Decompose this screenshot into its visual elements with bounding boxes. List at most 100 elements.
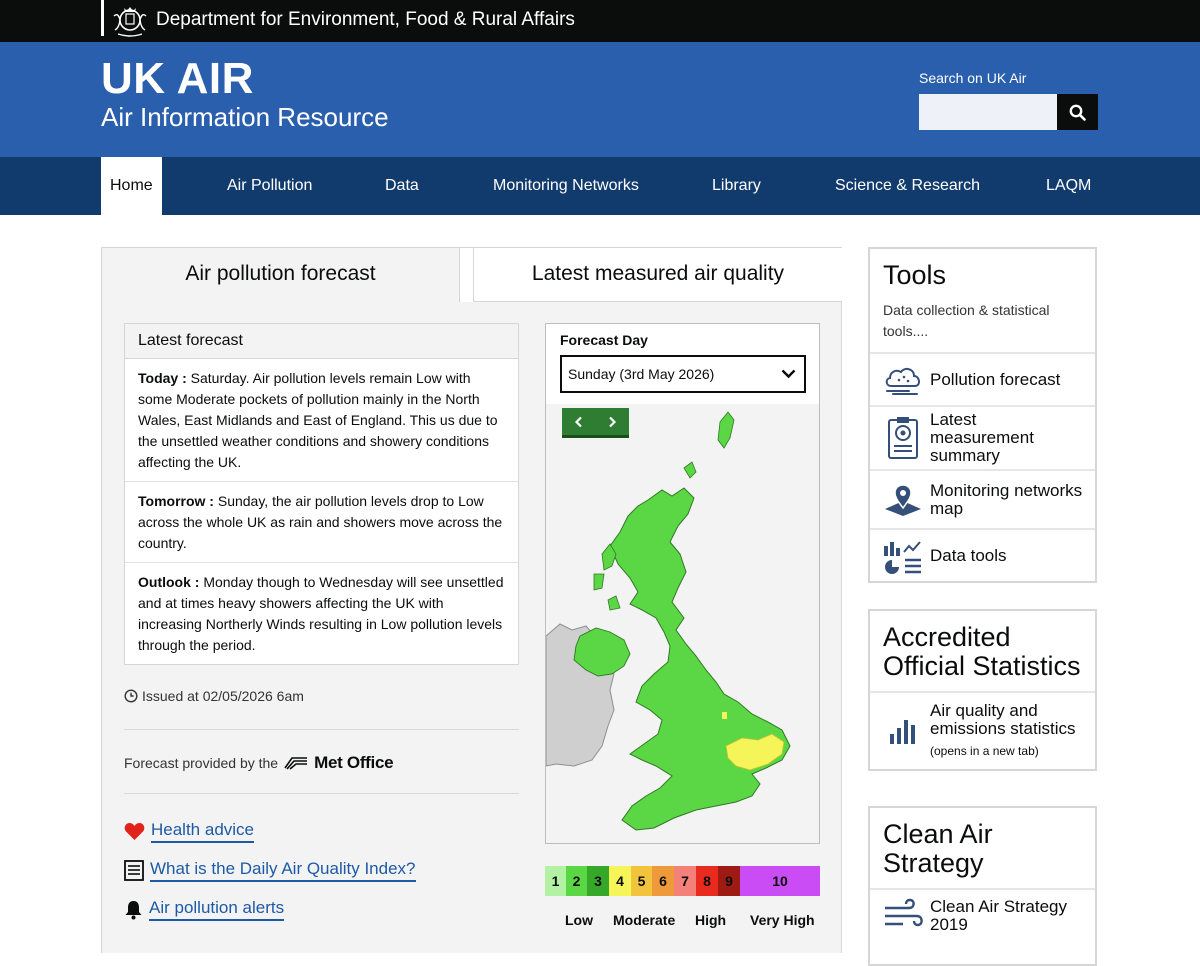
crest-divider: [101, 0, 104, 36]
tools-title: Tools: [883, 260, 947, 290]
main-navigation: Home Air Pollution Data Monitoring Netwo…: [0, 157, 1200, 215]
issued-time: Issued at 02/05/2026 6am: [124, 688, 304, 704]
air-pollution-alerts-link[interactable]: Air pollution alerts: [149, 898, 285, 921]
nav-home[interactable]: Home: [101, 157, 162, 215]
previous-day-button[interactable]: [562, 408, 596, 435]
alerts-row: Air pollution alerts: [124, 898, 285, 921]
legend-band-6: 6: [652, 866, 674, 896]
health-advice-row: Health advice: [124, 820, 255, 843]
forecast-provider: Forecast provided by the Met Office: [124, 753, 394, 773]
uk-forecast-map[interactable]: [546, 404, 819, 843]
chevron-right-icon: [608, 416, 616, 427]
legend-band-9: 9: [718, 866, 740, 896]
nav-science-research[interactable]: Science & Research: [835, 157, 980, 215]
nav-library[interactable]: Library: [712, 157, 761, 215]
divider: [124, 729, 519, 730]
nav-laqm[interactable]: LAQM: [1046, 157, 1091, 215]
government-bar: Department for Environment, Food & Rural…: [0, 0, 1200, 42]
daqi-link[interactable]: What is the Daily Air Quality Index?: [150, 859, 416, 882]
tool-data-tools[interactable]: Data tools: [870, 528, 1095, 581]
legend-band-7: 7: [674, 866, 696, 896]
legend-band-1: 1: [545, 866, 566, 896]
clock-icon: [124, 689, 138, 703]
tool-latest-measurement-summary[interactable]: Latest measurement summary: [870, 405, 1095, 469]
forecast-day-select[interactable]: Sunday (3rd May 2026): [560, 355, 806, 393]
chevron-left-icon: [575, 416, 583, 427]
divider: [124, 793, 519, 794]
tools-subtitle: Data collection & statistical tools....: [883, 302, 1050, 339]
tool-monitoring-networks-label: Monitoring networks map: [930, 480, 1083, 518]
statistics-card: Accredited Official Statistics Air quali…: [868, 609, 1097, 771]
chart-tools-icon: [884, 540, 921, 574]
latest-forecast-box: Latest forecast Today : Saturday. Air po…: [124, 323, 519, 665]
wind-icon: [885, 898, 923, 927]
masthead: UK AIR Air Information Resource Search o…: [0, 42, 1200, 157]
legend-band-3: 3: [587, 866, 609, 896]
health-advice-link[interactable]: Health advice: [151, 820, 255, 843]
legend-band-4: 4: [609, 866, 631, 896]
forecast-panel: Air pollution forecast Latest measured a…: [101, 247, 842, 953]
issued-text: Issued at 02/05/2026 6am: [142, 688, 304, 704]
site-subtitle: Air Information Resource: [101, 102, 389, 132]
nav-air-pollution[interactable]: Air Pollution: [227, 157, 312, 215]
legend-label-moderate: Moderate: [613, 912, 676, 928]
search-button[interactable]: [1057, 94, 1098, 130]
met-office-logo-text[interactable]: Met Office: [314, 753, 393, 773]
tool-pollution-forecast[interactable]: Pollution forecast: [870, 352, 1095, 405]
legend-band-8: 8: [696, 866, 718, 896]
legend-label-high: High: [695, 912, 727, 928]
forecast-tomorrow: Tomorrow : Sunday, the air pollution lev…: [125, 482, 518, 563]
bell-icon: [125, 900, 142, 919]
forecast-day-value: Sunday (3rd May 2026): [568, 366, 715, 382]
day-navigation: [562, 408, 629, 438]
stats-link-text: Air quality and emissions statistics: [930, 701, 1076, 738]
clean-air-card: Clean Air Strategy Clean Air Strategy 20…: [868, 806, 1097, 966]
forecast-tomorrow-label: Tomorrow :: [138, 493, 214, 509]
tool-data-tools-label: Data tools: [930, 545, 1007, 565]
tool-monitoring-networks-map[interactable]: Monitoring networks map: [870, 469, 1095, 528]
document-list-icon: [124, 860, 144, 881]
forecast-day-label: Forecast Day: [560, 332, 648, 348]
chevron-down-icon: [781, 369, 796, 379]
heart-icon: [124, 823, 145, 840]
provided-by-text: Forecast provided by the: [124, 755, 279, 771]
tab-latest-measured[interactable]: Latest measured air quality: [473, 248, 842, 302]
stats-link-label: Air quality and emissions statistics (ope…: [924, 702, 1083, 760]
statistics-title: Accredited Official Statistics: [883, 622, 1081, 681]
forecast-today-label: Today :: [138, 370, 187, 386]
tab-gap: [459, 248, 473, 302]
clean-air-strategy-label: Clean Air Strategy 2019: [930, 897, 1068, 934]
met-office-logo-icon: [284, 757, 308, 770]
forecast-today: Today : Saturday. Air pollution levels r…: [125, 359, 518, 482]
forecast-map-panel: Forecast Day Sunday (3rd May 2026): [545, 323, 820, 844]
clean-air-title: Clean Air Strategy: [883, 819, 993, 878]
department-name: Department for Environment, Food & Rural…: [156, 9, 575, 30]
legend-band-5: 5: [631, 866, 652, 896]
forecast-outlook: Outlook : Monday though to Wednesday wil…: [125, 563, 518, 664]
tool-pollution-forecast-label: Pollution forecast: [930, 369, 1061, 389]
legend-label-very-high: Very High: [750, 912, 815, 928]
search-input[interactable]: [919, 94, 1057, 130]
tools-card: Tools Data collection & statistical tool…: [868, 247, 1097, 583]
legend-label-low: Low: [565, 912, 593, 928]
daqi-legend: 1 2 3 4 5 6 7 8 9 10: [545, 866, 820, 896]
nav-monitoring-networks[interactable]: Monitoring Networks: [493, 157, 639, 215]
latest-forecast-heading: Latest forecast: [125, 324, 518, 359]
map-pin-icon: [885, 483, 921, 516]
forecast-outlook-label: Outlook :: [138, 574, 200, 590]
next-day-button[interactable]: [596, 408, 630, 435]
search-icon: [1069, 104, 1086, 121]
uk-map-image: [546, 411, 791, 831]
cloud-icon: [885, 367, 920, 395]
tab-air-pollution-forecast[interactable]: Air pollution forecast: [102, 248, 459, 302]
daqi-row: What is the Daily Air Quality Index?: [124, 859, 416, 882]
bar-chart-icon: [890, 720, 915, 744]
royal-crest-icon: [113, 7, 147, 37]
clipboard-icon: [888, 417, 918, 459]
forecast-today-text: Saturday. Air pollution levels remain Lo…: [138, 370, 498, 470]
clean-air-strategy-link[interactable]: Clean Air Strategy 2019: [870, 888, 1095, 958]
site-title[interactable]: UK AIR: [101, 54, 254, 104]
legend-band-2: 2: [566, 866, 587, 896]
stats-air-quality-link[interactable]: Air quality and emissions statistics (ope…: [870, 691, 1095, 769]
nav-data[interactable]: Data: [385, 157, 419, 215]
